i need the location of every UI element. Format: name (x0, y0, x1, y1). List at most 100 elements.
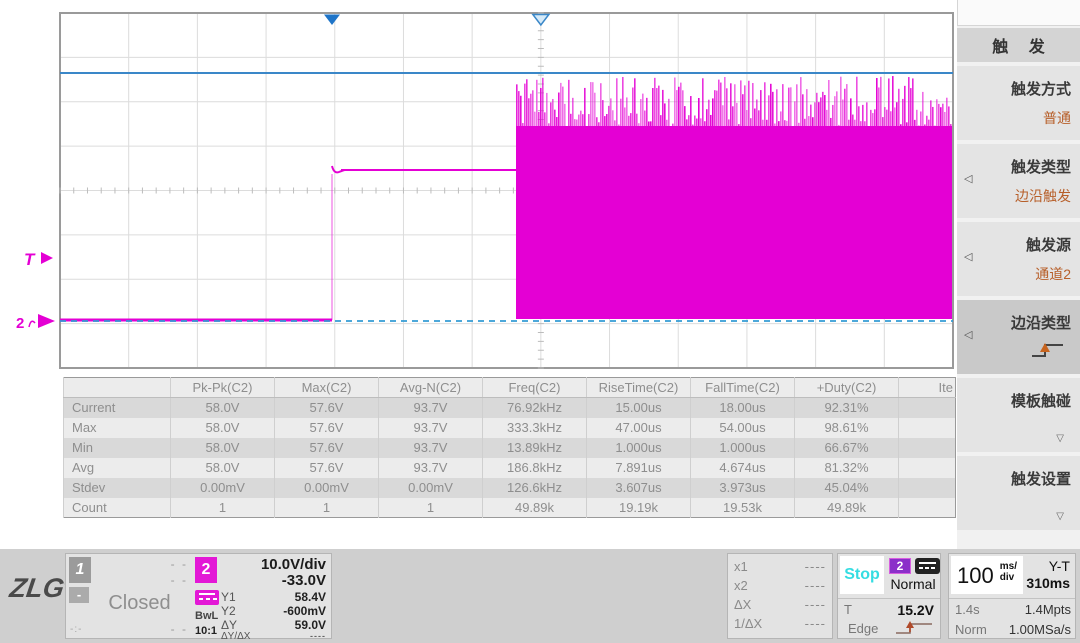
measurement-cell: 57.6V (275, 418, 379, 438)
chevron-down-icon[interactable]: ▽ (1056, 511, 1064, 522)
total-time: 1.4s (955, 602, 980, 617)
timebase-value: 100 (957, 563, 994, 589)
measurement-cell: 0.00mV (275, 478, 379, 498)
column-header: FallTime(C2) (691, 378, 795, 398)
x1-value: ---- (805, 559, 826, 574)
trigger-position-marker[interactable] (324, 15, 340, 26)
run-state-button[interactable]: Stop (840, 556, 884, 594)
ch2-scale: 10.0V/div (261, 556, 326, 573)
column-header: Pk-Pk(C2) (171, 378, 275, 398)
window-time: 310ms (1026, 575, 1070, 591)
trigger-level-value: 15.2V (897, 602, 934, 618)
panel-trigger-settings[interactable]: 触发设置 ▽ (957, 456, 1080, 530)
measurement-cell: 1.000us (691, 438, 795, 458)
panel-value: 边沿触发 (1015, 186, 1071, 206)
trigger-level-label: T (844, 602, 852, 617)
x1-label: x1 (734, 559, 748, 574)
measurement-cell: 19.53k (691, 498, 795, 518)
table-header-row: Pk-Pk(C2)Max(C2)Avg-N(C2)Freq(C2)RiseTim… (64, 378, 956, 398)
rising-edge-icon (1030, 339, 1068, 366)
measurement-cell: 93.7V (379, 458, 483, 478)
measurement-cell: 45.04% (795, 478, 899, 498)
measurement-cell (899, 498, 956, 518)
measurement-cell: 93.7V (379, 418, 483, 438)
row-label: Stdev (64, 478, 171, 498)
dydx-value: ---- (310, 631, 326, 641)
measurement-cell: 57.6V (275, 438, 379, 458)
chevron-down-icon[interactable]: ▽ (1056, 433, 1064, 444)
table-row: Max58.0V57.6V93.7V333.3kHz47.00us54.00us… (64, 418, 956, 438)
measurement-cell (899, 398, 956, 418)
panel-trigger-source[interactable]: ◁ 触发源 通道2 (957, 222, 1080, 296)
y1-value: 58.4V (295, 590, 326, 604)
panel-label: 触发源 (1026, 234, 1071, 255)
row-label: Max (64, 418, 171, 438)
chevron-left-icon[interactable]: ◁ (964, 328, 972, 341)
status-bar: ZLG® 1 - - - - - Closed -:- - - 2 10.0V/… (0, 549, 1080, 643)
timebase-button[interactable]: 100 ms/div (951, 556, 1023, 594)
measurement-cell: 58.0V (171, 458, 275, 478)
measurement-cell: 19.19k (587, 498, 691, 518)
chevron-left-icon[interactable]: ◁ (964, 172, 972, 185)
measurement-cell: 93.7V (379, 438, 483, 458)
trigger-mode-status: Normal (886, 576, 940, 592)
measurement-cell: 57.6V (275, 458, 379, 478)
measurement-cell: 1 (171, 498, 275, 518)
trigger-source-badge[interactable]: 2 (889, 558, 911, 574)
measurement-cell: 98.61% (795, 418, 899, 438)
zlg-logo: ZLG® (8, 573, 74, 604)
column-header: Max(C2) (275, 378, 379, 398)
panel-trigger-type[interactable]: ◁ 触发类型 边沿触发 (957, 144, 1080, 218)
panel-value: 通道2 (1035, 264, 1071, 284)
invdx-value: ---- (805, 616, 826, 631)
delay-reference-marker[interactable] (533, 15, 549, 26)
chevron-left-icon[interactable]: ◁ (964, 250, 972, 263)
trigger-type-status: Edge (848, 621, 878, 636)
channel2-badge[interactable]: 2 (195, 557, 217, 583)
trigger-level-marker[interactable]: T (24, 250, 36, 269)
measurement-table: Pk-Pk(C2)Max(C2)Avg-N(C2)Freq(C2)RiseTim… (63, 377, 956, 518)
panel-template-trigger[interactable]: 模板触碰 ▽ (957, 378, 1080, 452)
column-header: +Duty(C2) (795, 378, 899, 398)
panel-trigger-mode[interactable]: 触发方式 普通 (957, 66, 1080, 140)
channel2-ground-marker[interactable]: 2 (16, 315, 24, 332)
dy-label: ΔY (221, 618, 237, 632)
measurement-cell: 333.3kHz (483, 418, 587, 438)
timebase-block: 100 ms/div Y-T 310ms 1.4s1.4Mpts Norm1.0… (948, 553, 1076, 639)
panel-value: 普通 (1043, 108, 1071, 128)
dy-value: 59.0V (295, 618, 326, 632)
trigger-status-block: Stop 2 Normal T 15.2V Edge (837, 553, 941, 639)
measurement-cell: 0.00mV (379, 478, 483, 498)
measurement-cell: 92.31% (795, 398, 899, 418)
row-label: Current (64, 398, 171, 418)
measurement-cell: 49.89k (483, 498, 587, 518)
channel1-badge[interactable]: 1 (69, 557, 91, 583)
table-row: Stdev0.00mV0.00mV0.00mV126.6kHz3.607us3.… (64, 478, 956, 498)
sidebar-top-strip (957, 0, 1080, 26)
x2-label: x2 (734, 578, 748, 593)
ch1-minus-badge: - (69, 587, 89, 603)
measurement-cell: 57.6V (275, 398, 379, 418)
channels-block[interactable]: 1 - - - - - Closed -:- - - 2 10.0V/div -… (65, 553, 332, 639)
measurement-cell: 3.607us (587, 478, 691, 498)
measurement-cell: 1 (275, 498, 379, 518)
measurement-cell: 76.92kHz (483, 398, 587, 418)
display-mode: Y-T (1049, 558, 1070, 574)
ch1-footer-value: - - (136, 622, 188, 636)
table-row: Avg58.0V57.6V93.7V186.8kHz7.891us4.674us… (64, 458, 956, 478)
measurement-cell: 3.973us (691, 478, 795, 498)
column-header (64, 378, 171, 398)
measurement-cell: 58.0V (171, 398, 275, 418)
measurement-cell (899, 438, 956, 458)
column-header: Freq(C2) (483, 378, 587, 398)
panel-edge-type[interactable]: ◁ 边沿类型 (957, 300, 1080, 374)
table-row: Min58.0V57.6V93.7V13.89kHz1.000us1.000us… (64, 438, 956, 458)
measurement-cell: 49.89k (795, 498, 899, 518)
ch2-coupling-icon[interactable] (195, 590, 219, 605)
panel-label: 触发方式 (1011, 78, 1071, 99)
trigger-coupling-icon[interactable] (915, 558, 940, 574)
ch2-probe-ratio: 10:1 (195, 625, 217, 637)
rising-edge-icon (894, 619, 936, 637)
row-label: Count (64, 498, 171, 518)
memory-points: 1.4Mpts (1025, 602, 1071, 617)
